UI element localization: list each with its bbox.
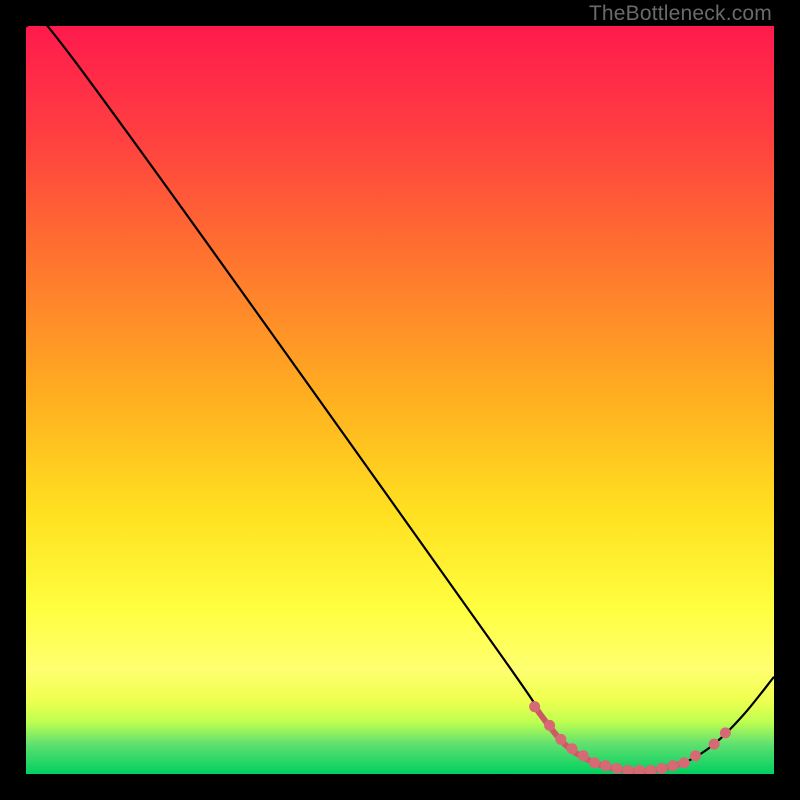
marker-dot: [600, 760, 611, 771]
marker-dot: [645, 765, 656, 774]
marker-dot: [668, 760, 679, 771]
marker-dot: [720, 727, 731, 738]
marker-dot: [634, 765, 645, 774]
marker-dot: [589, 757, 600, 768]
marker-dot: [567, 743, 578, 754]
curve-line: [26, 26, 774, 771]
marker-dot: [578, 750, 589, 761]
chart-container: TheBottleneck.com: [0, 0, 800, 800]
attribution-text: TheBottleneck.com: [589, 2, 772, 26]
marker-dot: [623, 765, 634, 774]
marker-dot: [555, 734, 566, 745]
marker-dot: [690, 750, 701, 761]
marker-dot: [529, 701, 540, 712]
marker-dot: [679, 757, 690, 768]
marker-dot: [656, 763, 667, 774]
marker-dot: [611, 763, 622, 774]
marker-dot: [544, 720, 555, 731]
marker-dot: [709, 739, 720, 750]
chart-svg: [26, 26, 774, 774]
